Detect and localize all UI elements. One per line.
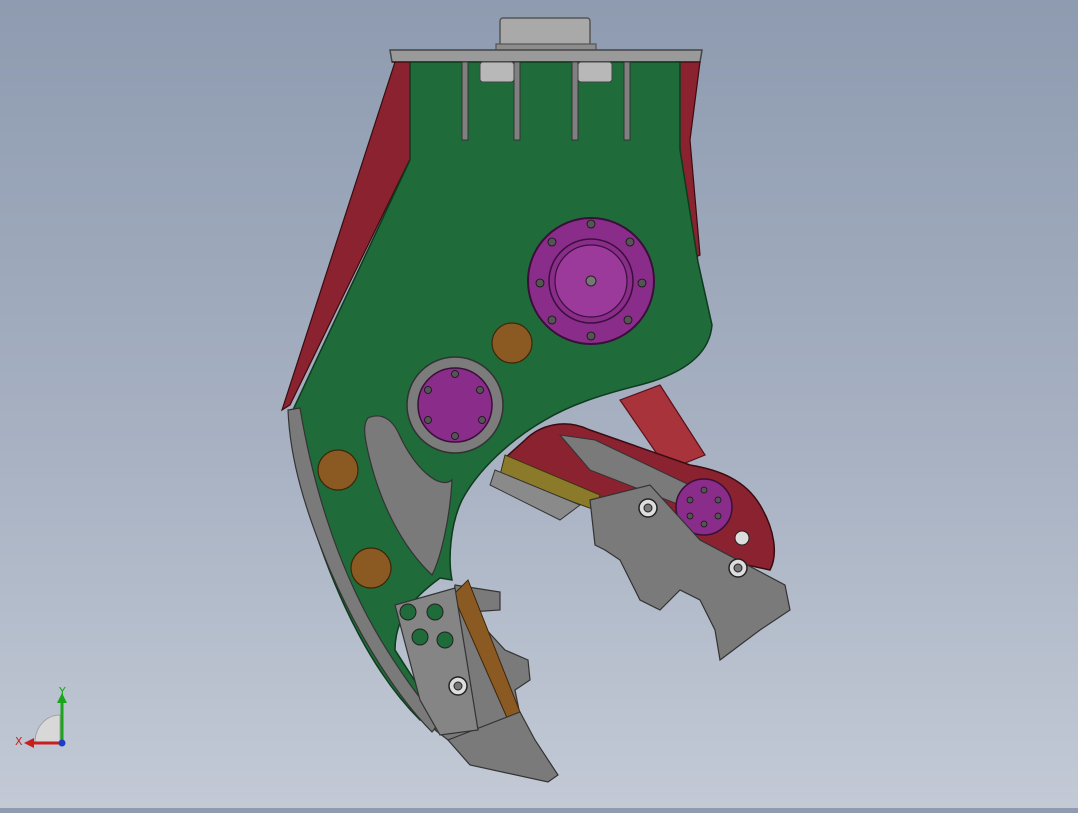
origin-dot — [58, 739, 66, 747]
y-axis-label: Y — [58, 685, 66, 698]
triad-plane — [34, 714, 61, 744]
pulverizer-assembly-drawing — [280, 17, 791, 783]
x-axis-label: X — [15, 735, 23, 748]
jaw-pivot-hub — [406, 356, 504, 454]
main-pivot-hub — [527, 217, 655, 345]
cad-viewport[interactable]: Y X — [0, 0, 1078, 808]
coordinate-triad: Y X — [15, 685, 67, 748]
x-axis-arrowhead — [24, 738, 34, 748]
fixed-jaw-teeth — [394, 579, 559, 783]
top-flange-plate — [389, 49, 703, 63]
